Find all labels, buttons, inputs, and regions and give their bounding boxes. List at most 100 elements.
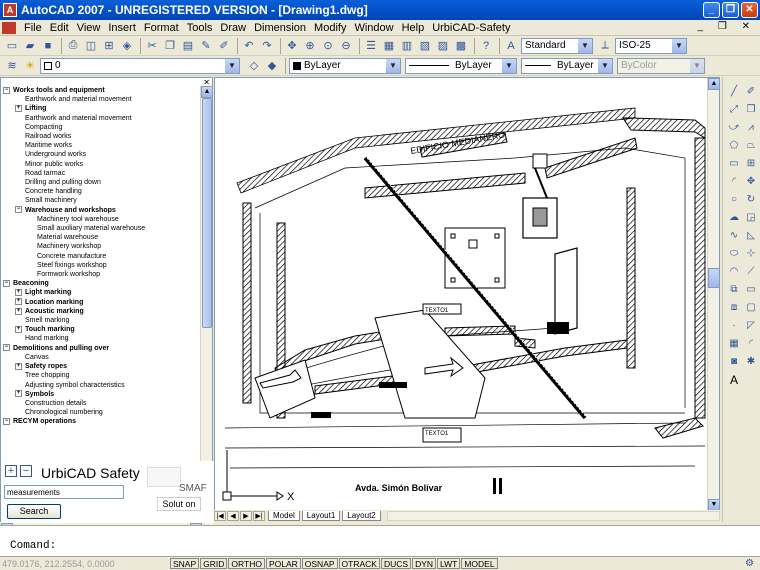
menu-edit[interactable]: Edit [46, 22, 73, 34]
expand-plus-icon[interactable]: + [15, 105, 22, 113]
scroll-up-arrow-icon[interactable]: ▲ [708, 78, 719, 90]
tree-item[interactable]: + Location marking [1, 298, 201, 307]
make-block-icon[interactable]: ⧈ [727, 301, 741, 315]
menu-modify[interactable]: Modify [310, 22, 350, 34]
expand-plus-icon[interactable]: + [15, 289, 22, 297]
hatch-icon[interactable]: ▦ [727, 337, 741, 351]
tree-item[interactable]: Small machinery [1, 196, 201, 205]
snap-toggle[interactable]: SNAP [170, 558, 200, 569]
point-icon[interactable]: · [727, 319, 741, 333]
revision-cloud-icon[interactable]: ☁ [727, 211, 741, 225]
scroll-up-arrow-icon[interactable]: ▲ [201, 86, 213, 98]
chamfer-icon[interactable]: ◸ [744, 319, 758, 333]
plot-icon[interactable]: ⎙ [65, 38, 81, 54]
multiline-text-icon[interactable]: A [727, 373, 741, 387]
tree-item[interactable]: Road tarmac [1, 169, 201, 178]
prev-tab-icon[interactable]: ◀ [227, 511, 239, 521]
communication-center-icon[interactable]: ⚙ [745, 558, 754, 569]
properties-icon[interactable]: ☰ [363, 38, 379, 54]
collapse-minus-icon[interactable]: − [3, 417, 10, 425]
expand-plus-icon[interactable]: + [15, 362, 22, 370]
trim-icon[interactable]: ⊹ [744, 247, 758, 261]
open-icon[interactable]: ▰ [22, 38, 38, 54]
menu-window[interactable]: Window [350, 22, 397, 34]
collapse-minus-icon[interactable]: − [15, 206, 22, 214]
tree-item[interactable]: Steel fixings workshop [1, 261, 201, 270]
zoom-realtime-icon[interactable]: ⊕ [302, 38, 318, 54]
expand-plus-icon[interactable]: + [15, 298, 22, 306]
extend-icon[interactable]: ⟋ [744, 265, 758, 279]
markup-icon[interactable]: ▨ [435, 38, 451, 54]
publish-icon[interactable]: ⊞ [101, 38, 117, 54]
otrack-toggle[interactable]: OTRACK [338, 558, 380, 569]
model-toggle[interactable]: MODEL [461, 558, 498, 569]
scrollbar-thumb[interactable] [202, 98, 212, 328]
scrollbar-thumb[interactable] [708, 268, 719, 288]
tree-item[interactable]: + Symbols [1, 390, 201, 399]
collapse-minus-icon[interactable]: − [20, 465, 32, 477]
arc-icon[interactable]: ◜ [727, 175, 741, 189]
document-menu-icon[interactable] [2, 21, 16, 34]
tree-item[interactable]: Railroad works [1, 132, 201, 141]
fillet-icon[interactable]: ◜ [744, 337, 758, 351]
lwt-toggle[interactable]: LWT [437, 558, 461, 569]
new-icon[interactable]: ▭ [4, 38, 20, 54]
menu-file[interactable]: File [20, 22, 46, 34]
expand-plus-icon[interactable]: + [15, 390, 22, 398]
rotate-icon[interactable]: ↻ [744, 193, 758, 207]
tree-item[interactable]: + Acoustic marking [1, 307, 201, 316]
explode-icon[interactable]: ✱ [744, 355, 758, 369]
tree-item[interactable]: + Lifting [1, 104, 201, 113]
ortho-toggle[interactable]: ORTHO [228, 558, 265, 569]
stretch-icon[interactable]: ◺ [744, 229, 758, 243]
tree-item[interactable]: Earthwork and material movement [1, 114, 201, 123]
block-editor-icon[interactable]: ✐ [216, 38, 232, 54]
ellipse-icon[interactable]: ⬭ [727, 247, 741, 261]
document-window-controls[interactable]: _ ❐ ✕ [698, 21, 756, 32]
tab-model[interactable]: Model [268, 511, 300, 521]
tree-item[interactable]: Minor public works [1, 160, 201, 169]
tree-item[interactable]: + Touch marking [1, 325, 201, 334]
3d-dwf-icon[interactable]: ◈ [119, 38, 135, 54]
construction-line-icon[interactable]: ⤢ [727, 103, 741, 117]
chevron-down-icon[interactable]: ▼ [672, 38, 686, 53]
search-button[interactable]: Search [7, 504, 61, 519]
break-icon[interactable]: ▢ [744, 301, 758, 315]
tree-item[interactable]: Drilling and pulling down [1, 178, 201, 187]
menu-view[interactable]: View [73, 22, 105, 34]
erase-icon[interactable]: ✐ [744, 85, 758, 99]
tree-item[interactable]: − Works tools and equipment [1, 86, 201, 95]
drawing-horizontal-scrollbar[interactable] [386, 511, 720, 521]
polar-toggle[interactable]: POLAR [265, 558, 301, 569]
collapse-minus-icon[interactable]: − [3, 86, 10, 94]
tree-item[interactable]: Formwork workshop [1, 270, 201, 279]
tree-item[interactable]: Concrete handling [1, 187, 201, 196]
tree-item[interactable]: Chronological numbering [1, 408, 201, 417]
text-style-dropdown[interactable]: Standard ▼ [521, 37, 593, 54]
insert-block-icon[interactable]: ⧉ [727, 283, 741, 297]
save-icon[interactable]: ■ [40, 38, 56, 54]
region-icon[interactable]: ◙ [727, 355, 741, 369]
cut-icon[interactable]: ✂ [144, 38, 160, 54]
tree-item[interactable]: − Beaconing [1, 279, 201, 288]
layer-previous-icon[interactable]: ◆ [264, 58, 280, 74]
minimize-button[interactable]: _ [703, 2, 720, 18]
plot-preview-icon[interactable]: ◫ [83, 38, 99, 54]
tree-item[interactable]: Canvas [1, 353, 201, 362]
drawing-canvas[interactable]: EDIFICIO MEDIANERO Avda. Simón Bolívar T… [214, 77, 720, 522]
tree-item[interactable]: Concrete manufacture [1, 252, 201, 261]
layer-dropdown[interactable]: 0 ▼ [40, 57, 240, 74]
expand-plus-icon[interactable]: + [5, 465, 17, 477]
tree-item[interactable]: Machinery tool warehouse [1, 215, 201, 224]
menu-tools[interactable]: Tools [183, 22, 217, 34]
tree-item[interactable]: Hand marking [1, 334, 201, 343]
search-input[interactable] [4, 485, 124, 499]
tree-item[interactable]: − Warehouse and workshops [1, 206, 201, 215]
polygon-icon[interactable]: ⬠ [727, 139, 741, 153]
tree-item[interactable]: Tree chopping [1, 371, 201, 380]
osnap-toggle[interactable]: OSNAP [301, 558, 338, 569]
ellipse-arc-icon[interactable]: ◠ [727, 265, 741, 279]
layer-manager-icon[interactable]: ≋ [4, 58, 20, 74]
tree-item[interactable]: Smell marking [1, 316, 201, 325]
tree-item[interactable]: + Safety ropes [1, 362, 201, 371]
